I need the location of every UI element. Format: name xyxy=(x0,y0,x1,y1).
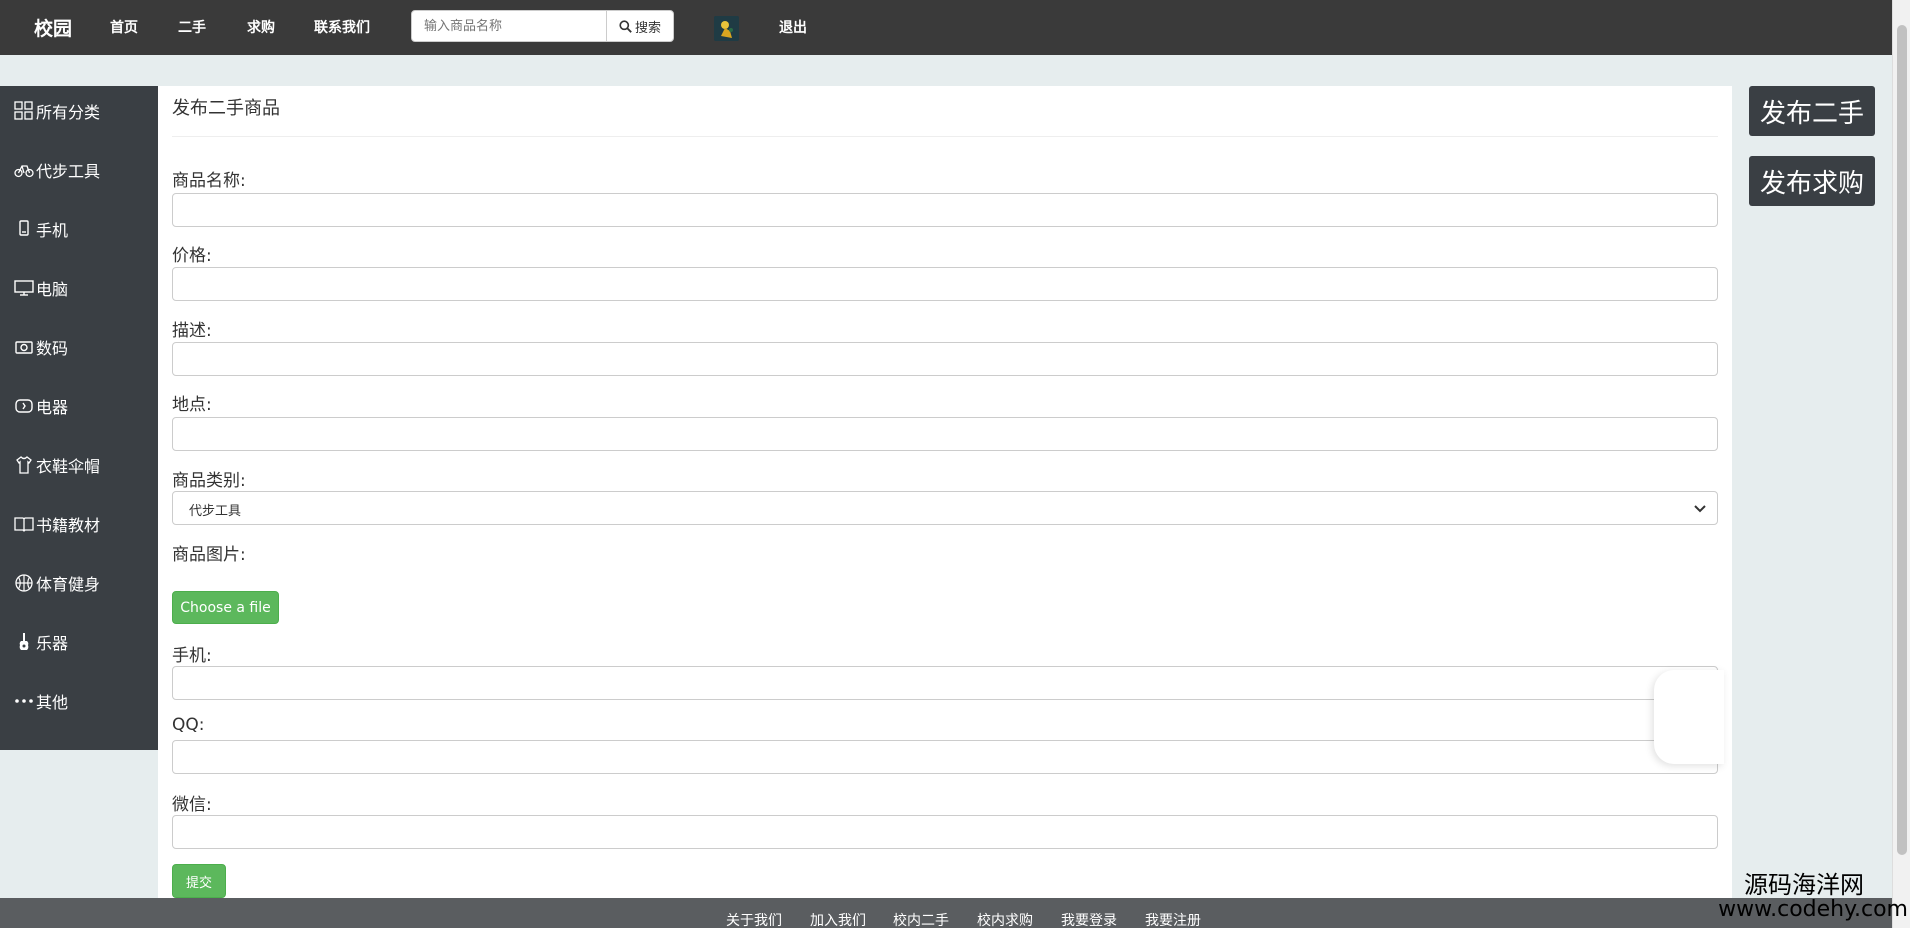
sidebar-item-all[interactable]: 所有分类 xyxy=(14,99,100,123)
nav-home[interactable]: 首页 xyxy=(110,17,138,37)
watermark-url: www.codehy.com xyxy=(1718,897,1908,922)
search-button[interactable]: 搜索 xyxy=(606,10,674,42)
name-field[interactable] xyxy=(172,193,1718,227)
sidebar-item-label: 其他 xyxy=(36,693,69,712)
guitar-icon xyxy=(19,633,29,650)
sidebar-item-label: 代步工具 xyxy=(36,162,101,181)
footer-link-register[interactable]: 我要注册 xyxy=(1145,910,1201,928)
sidebar-item-instrument[interactable]: 乐器 xyxy=(14,630,68,654)
top-navbar: 校园 首页 二手 求购 联系我们 搜索 退出 xyxy=(0,0,1892,55)
sidebar-item-phone[interactable]: 手机 xyxy=(14,217,68,241)
category-sidebar: 所有分类 代步工具 手机 电脑 数码 电器 衣鞋伞帽 书籍教材 体育健身 乐器 … xyxy=(0,86,158,750)
image-label: 商品图片: xyxy=(172,545,246,565)
watermark: 源码海洋网 www.codehy.com xyxy=(1702,872,1908,928)
footer: 关于我们 加入我们 校内二手 校内求购 我要登录 我要注册 xyxy=(0,898,1892,928)
sidebar-item-label: 乐器 xyxy=(36,634,69,653)
sidebar-item-transport[interactable]: 代步工具 xyxy=(14,158,100,182)
page-scrollbar[interactable] xyxy=(1892,0,1910,928)
scrollbar-thumb[interactable] xyxy=(1897,25,1907,855)
search-icon xyxy=(619,19,632,33)
location-field[interactable] xyxy=(172,417,1718,451)
page-title: 发布二手商品 xyxy=(172,98,280,119)
nav-contact[interactable]: 联系我们 xyxy=(314,17,370,37)
choose-file-button[interactable]: Choose a file xyxy=(172,591,279,624)
sidebar-item-label: 书籍教材 xyxy=(36,516,101,535)
sidebar-item-other[interactable]: 其他 xyxy=(14,689,68,713)
publish-request-button[interactable]: 发布求购 xyxy=(1749,156,1875,206)
sidebar-item-computer[interactable]: 电脑 xyxy=(14,276,68,300)
watermark-name: 源码海洋网 xyxy=(1744,871,1864,899)
footer-link-about[interactable]: 关于我们 xyxy=(726,910,782,928)
sidebar-item-digital[interactable]: 数码 xyxy=(14,335,68,359)
search-input[interactable] xyxy=(411,10,607,42)
monitor-icon xyxy=(14,280,34,296)
category-selected-value: 代步工具 xyxy=(189,504,242,519)
sidebar-item-books[interactable]: 书籍教材 xyxy=(14,512,100,536)
logout-link[interactable]: 退出 xyxy=(779,17,807,37)
category-label: 商品类别: xyxy=(172,471,246,491)
nav-used[interactable]: 二手 xyxy=(178,17,206,37)
publish-form-panel: 发布二手商品 商品名称: 价格: 描述: 地点: 商品类别: 代步工具 商品图片… xyxy=(158,86,1732,928)
sidebar-item-label: 电器 xyxy=(36,398,69,417)
sidebar-item-label: 电脑 xyxy=(36,280,69,299)
qq-label: QQ: xyxy=(172,715,205,735)
shirt-icon xyxy=(16,456,32,474)
location-label: 地点: xyxy=(172,395,212,415)
wechat-field[interactable] xyxy=(172,815,1718,849)
sidebar-item-sports[interactable]: 体育健身 xyxy=(14,571,100,595)
grid-icon xyxy=(14,101,33,120)
footer-link-request[interactable]: 校内求购 xyxy=(977,910,1033,928)
chevron-down-icon xyxy=(1694,505,1706,513)
sidebar-item-label: 数码 xyxy=(36,339,69,358)
phone-label: 手机: xyxy=(172,646,212,666)
phone-icon xyxy=(19,220,29,236)
footer-link-used[interactable]: 校内二手 xyxy=(893,910,949,928)
submit-button[interactable]: 提交 xyxy=(172,864,226,898)
avatar[interactable] xyxy=(714,16,739,41)
sidebar-item-label: 所有分类 xyxy=(36,103,101,122)
title-divider xyxy=(172,136,1718,137)
sidebar-item-label: 衣鞋伞帽 xyxy=(36,457,101,476)
price-field[interactable] xyxy=(172,267,1718,301)
tv-icon xyxy=(15,399,33,413)
qq-field[interactable] xyxy=(172,740,1718,774)
footer-link-login[interactable]: 我要登录 xyxy=(1061,910,1117,928)
sidebar-item-label: 体育健身 xyxy=(36,575,101,594)
more-icon xyxy=(15,699,33,703)
nav-request[interactable]: 求购 xyxy=(247,17,275,37)
name-label: 商品名称: xyxy=(172,171,246,191)
camera-icon xyxy=(15,341,33,354)
bicycle-icon xyxy=(14,165,34,178)
phone-field[interactable] xyxy=(172,666,1718,700)
publish-used-button[interactable]: 发布二手 xyxy=(1749,86,1875,136)
footer-link-join[interactable]: 加入我们 xyxy=(810,910,866,928)
sidebar-item-clothing[interactable]: 衣鞋伞帽 xyxy=(14,453,100,477)
wechat-label: 微信: xyxy=(172,795,212,815)
price-label: 价格: xyxy=(172,246,212,266)
book-icon xyxy=(14,517,34,532)
brand-logo[interactable]: 校园 xyxy=(34,14,72,41)
sidebar-item-label: 手机 xyxy=(36,221,69,240)
floating-widget[interactable] xyxy=(1654,670,1724,764)
basketball-icon xyxy=(15,574,33,592)
category-select[interactable]: 代步工具 xyxy=(172,491,1718,525)
description-label: 描述: xyxy=(172,321,212,341)
search-button-label: 搜索 xyxy=(634,20,661,36)
sidebar-item-appliance[interactable]: 电器 xyxy=(14,394,68,418)
description-field[interactable] xyxy=(172,342,1718,376)
